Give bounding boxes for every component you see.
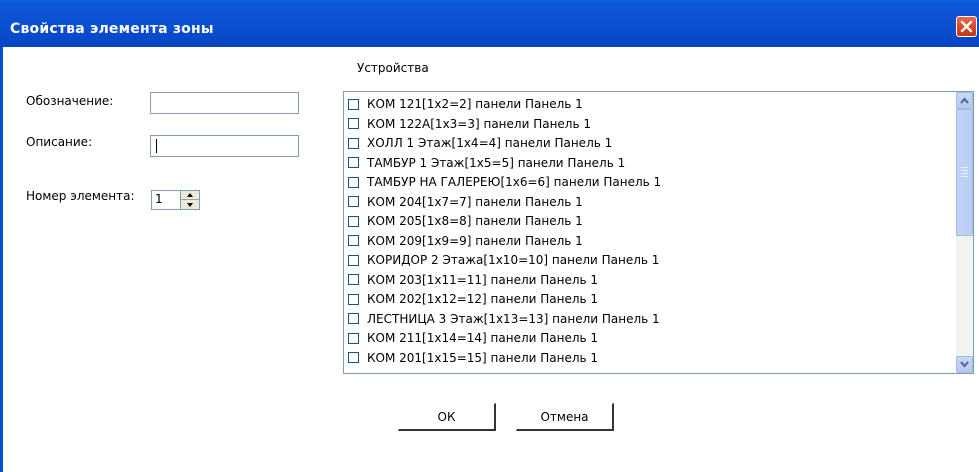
list-item[interactable]: КОМ 121[1x2=2] панели Панель 1 xyxy=(348,95,583,113)
device-checkbox[interactable] xyxy=(348,215,359,227)
device-label: ТАМБУР 1 Этаж[1x5=5] панели Панель 1 xyxy=(367,155,626,170)
designation-label: Обозначение: xyxy=(26,94,114,108)
description-input[interactable] xyxy=(150,135,299,157)
device-checkbox[interactable] xyxy=(348,137,359,149)
text-caret xyxy=(156,139,157,153)
device-checkbox[interactable] xyxy=(348,293,359,305)
list-item[interactable]: КОМ 201[1x15=15] панели Панель 1 xyxy=(348,349,598,367)
device-checkbox[interactable] xyxy=(348,157,359,168)
device-label: ТАМБУР НА ГАЛЕРЕЮ[1x6=6] панели Панель 1 xyxy=(367,175,662,189)
element-number-stepper[interactable] xyxy=(181,190,200,210)
designation-input[interactable] xyxy=(150,92,299,114)
list-item[interactable]: КОМ 122А[1x3=3] панели Панель 1 xyxy=(348,115,591,133)
devices-header: Устройства xyxy=(357,61,429,75)
close-button[interactable] xyxy=(956,16,977,37)
thumb-grip xyxy=(961,167,968,168)
list-item[interactable]: КОРИДОР 2 Этажа[1x10=10] панели Панель 1 xyxy=(348,251,659,269)
device-checkbox[interactable] xyxy=(348,352,359,363)
stepper-up-icon[interactable] xyxy=(181,191,199,200)
device-checkbox[interactable] xyxy=(348,176,359,188)
device-checkbox[interactable] xyxy=(348,98,359,110)
thumb-grip xyxy=(961,170,968,171)
scroll-up-button[interactable] xyxy=(956,92,973,109)
chevron-down-icon xyxy=(960,361,969,368)
list-item[interactable]: ХОЛЛ 1 Этаж[1x4=4] панели Панель 1 xyxy=(348,134,612,152)
device-checkbox[interactable] xyxy=(348,274,359,285)
window-title: Свойства элемента зоны xyxy=(10,21,214,37)
device-checkbox[interactable] xyxy=(348,313,359,324)
scroll-down-button[interactable] xyxy=(956,356,973,373)
device-label: КОМ 204[1x7=7] панели Панель 1 xyxy=(367,194,583,209)
description-label: Описание: xyxy=(26,135,93,149)
device-label: КОМ 203[1x11=11] панели Панель 1 xyxy=(367,272,599,287)
list-item[interactable]: ЛЕСТНИЦА 3 Этаж[1x13=13] панели Панель 1 xyxy=(348,310,660,328)
device-checkbox[interactable] xyxy=(348,118,359,129)
list-item[interactable]: КОМ 211[1x14=14] панели Панель 1 xyxy=(348,329,598,347)
device-label: ЛЕСТНИЦА 3 Этаж[1x13=13] панели Панель 1 xyxy=(367,311,660,326)
device-checkbox[interactable] xyxy=(348,235,359,246)
scroll-thumb[interactable] xyxy=(956,109,973,236)
device-label: КОМ 122А[1x3=3] панели Панель 1 xyxy=(367,116,591,131)
list-item[interactable]: КОМ 202[1x12=12] панели Панель 1 xyxy=(348,290,598,308)
device-checkbox[interactable] xyxy=(348,196,359,207)
device-label: КОМ 205[1x8=8] панели Панель 1 xyxy=(367,214,583,228)
thumb-grip xyxy=(961,176,968,177)
chevron-up-icon xyxy=(960,97,969,104)
thumb-grip xyxy=(961,173,968,174)
device-label: КОМ 121[1x2=2] панели Панель 1 xyxy=(367,97,583,111)
device-checkbox[interactable] xyxy=(348,332,359,344)
device-label: КОМ 211[1x14=14] панели Панель 1 xyxy=(367,331,599,345)
device-label: КОМ 209[1x9=9] панели Панель 1 xyxy=(367,233,583,248)
device-label: КОМ 202[1x12=12] панели Панель 1 xyxy=(367,292,599,306)
list-item[interactable]: КОМ 209[1x9=9] панели Панель 1 xyxy=(348,232,583,250)
list-item[interactable]: ТАМБУР НА ГАЛЕРЕЮ[1x6=6] панели Панель 1 xyxy=(348,173,661,191)
ok-button[interactable]: ОК xyxy=(398,403,496,431)
element-number-label: Номер элемента: xyxy=(26,189,135,203)
element-number-input[interactable]: 1 xyxy=(151,190,181,210)
list-item[interactable]: ТАМБУР 1 Этаж[1x5=5] панели Панель 1 xyxy=(348,154,625,172)
list-item[interactable]: КОМ 204[1x7=7] панели Панель 1 xyxy=(348,193,583,211)
cancel-button[interactable]: Отмена xyxy=(516,403,614,431)
list-item[interactable]: КОМ 205[1x8=8] панели Панель 1 xyxy=(348,212,583,230)
device-label: ХОЛЛ 1 Этаж[1x4=4] панели Панель 1 xyxy=(367,136,613,150)
device-label: КОМ 201[1x15=15] панели Панель 1 xyxy=(367,350,599,365)
close-icon xyxy=(960,20,973,33)
devices-scrollbar[interactable] xyxy=(956,92,973,373)
device-checkbox[interactable] xyxy=(348,254,359,266)
device-label: КОРИДОР 2 Этажа[1x10=10] панели Панель 1 xyxy=(367,253,660,267)
list-item[interactable]: КОМ 203[1x11=11] панели Панель 1 xyxy=(348,271,598,289)
title-bar[interactable]: Свойства элемента зоны xyxy=(0,0,979,47)
stepper-down-icon[interactable] xyxy=(181,200,199,209)
devices-list[interactable]: КОМ 121[1x2=2] панели Панель 1 КОМ 122А[1… xyxy=(343,91,974,374)
